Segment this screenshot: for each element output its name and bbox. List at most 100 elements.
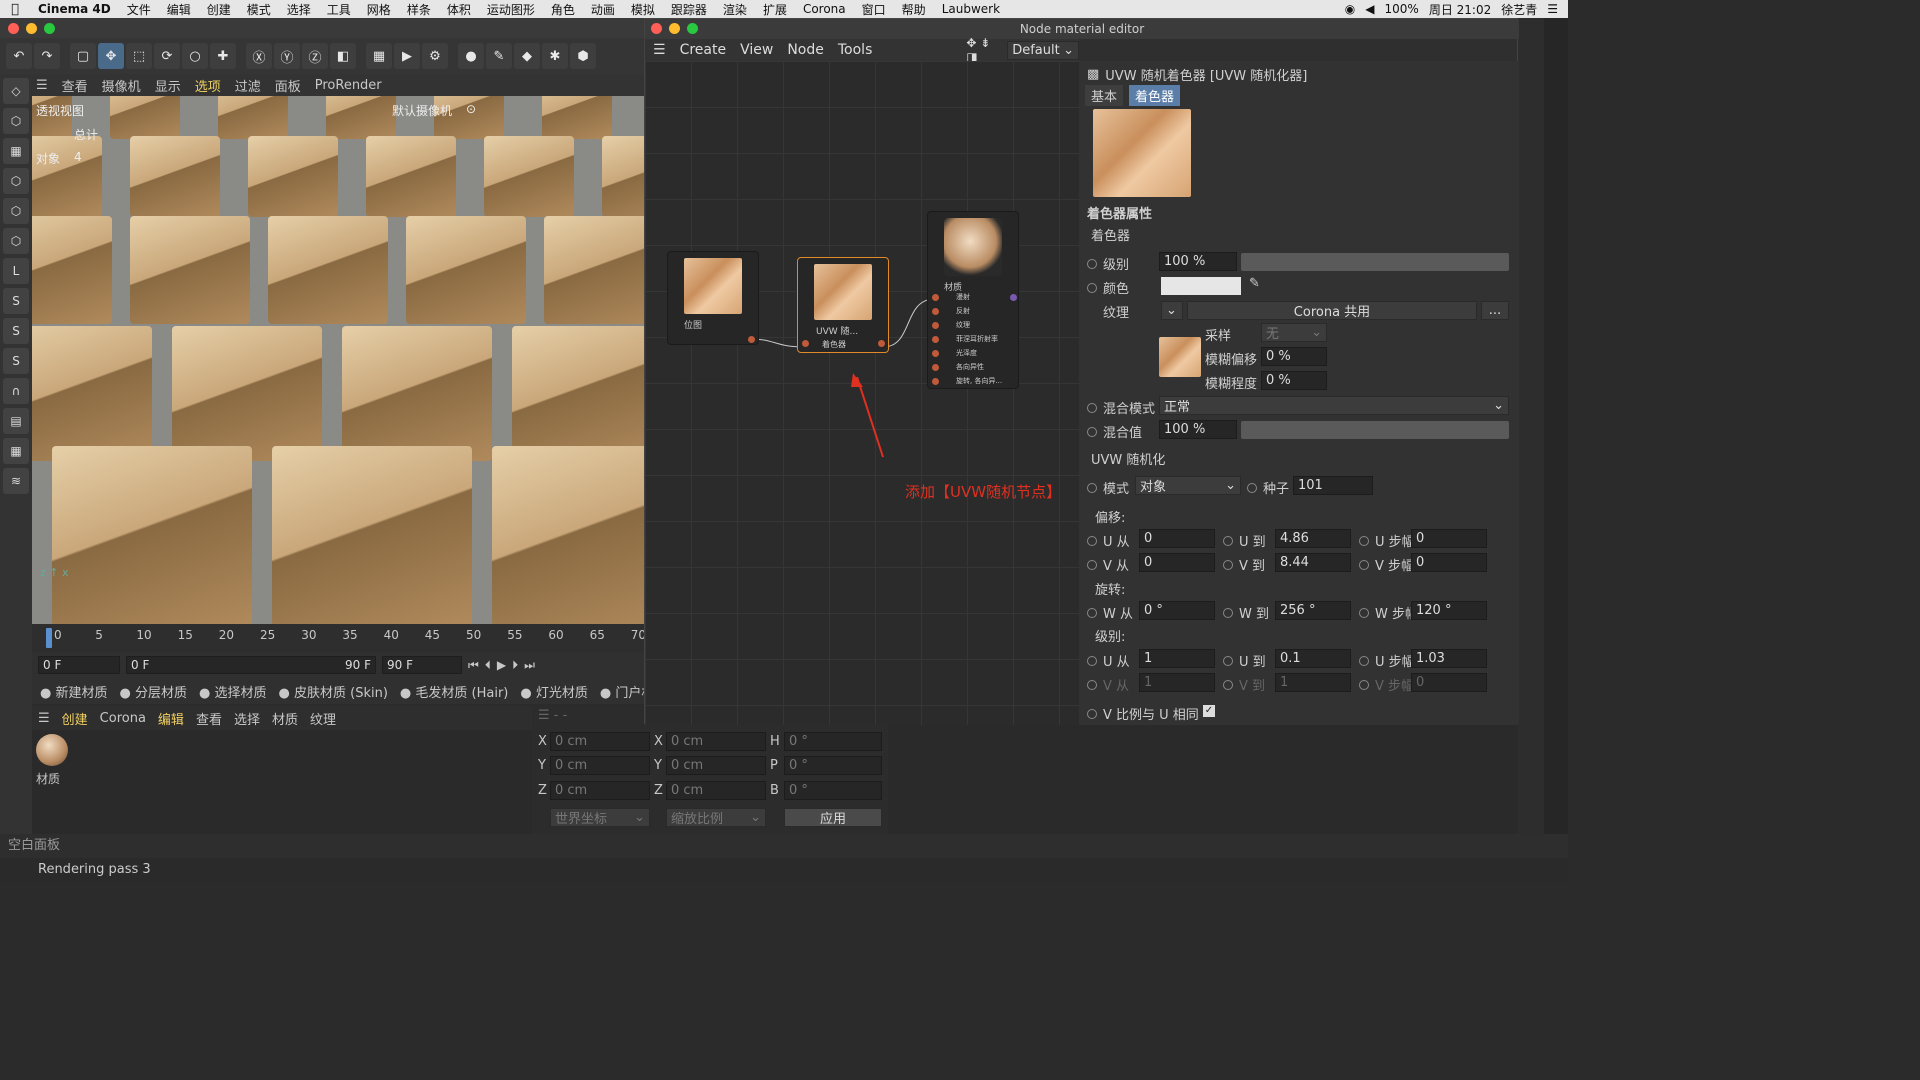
- move-tool-icon[interactable]: ✥: [98, 43, 124, 69]
- render-region-icon[interactable]: ▦: [366, 43, 392, 69]
- pos-x-field[interactable]: 0 cm: [550, 732, 650, 751]
- undo-icon[interactable]: ↶: [6, 43, 32, 69]
- select-tool-icon[interactable]: ▢: [70, 43, 96, 69]
- material-input-port[interactable]: [932, 294, 939, 301]
- sampling-dropdown[interactable]: 无 ⌄: [1261, 323, 1327, 342]
- vp-menu-filter[interactable]: 过滤: [235, 76, 261, 95]
- offset-v-field[interactable]: 8.44: [1275, 553, 1351, 572]
- bitmap-node[interactable]: 位图: [667, 251, 759, 345]
- vp-menu-prorender[interactable]: ProRender: [315, 78, 382, 93]
- scale-dropdown[interactable]: 缩放比例 ⌄: [666, 808, 766, 827]
- menu-select[interactable]: 选择: [279, 1, 319, 18]
- magnet-icon[interactable]: ∩: [3, 378, 29, 404]
- go-start-icon[interactable]: ⏮: [468, 658, 479, 673]
- size-x-field[interactable]: 0 cm: [666, 732, 766, 751]
- node-menu-create[interactable]: Create: [680, 42, 727, 58]
- camera-icon[interactable]: ⊙: [466, 102, 476, 116]
- layer-material-item[interactable]: ● 分层材质: [120, 682, 188, 701]
- offset-u-field[interactable]: 0: [1139, 529, 1215, 548]
- space-dropdown[interactable]: 世界坐标 ⌄: [550, 808, 650, 827]
- start-frame-field[interactable]: 0 F: [38, 656, 120, 674]
- menu-extensions[interactable]: 扩展: [755, 1, 795, 18]
- level-field[interactable]: 100 %: [1159, 252, 1237, 271]
- y-axis-icon[interactable]: Ⓨ: [274, 43, 300, 69]
- apple-icon[interactable]: : [0, 2, 30, 17]
- uvw-randomizer-node[interactable]: UVW 随... 着色器: [797, 257, 889, 353]
- viewport-menu-icon[interactable]: ☰: [36, 78, 48, 93]
- tab-basic[interactable]: 基本: [1085, 85, 1124, 106]
- close-node-editor-icon[interactable]: [651, 23, 662, 34]
- rotation-w-field[interactable]: 0 °: [1139, 601, 1215, 620]
- subdivision-icon[interactable]: ◆: [514, 43, 540, 69]
- menu-mesh[interactable]: 网格: [359, 1, 399, 18]
- redo-icon[interactable]: ↷: [34, 43, 60, 69]
- coordinate-icon[interactable]: ✚: [210, 43, 236, 69]
- edges-mode-icon[interactable]: ⬡: [3, 198, 29, 224]
- scale-tool-icon[interactable]: ⬚: [126, 43, 152, 69]
- offset-v-field[interactable]: 0: [1139, 553, 1215, 572]
- seed-field[interactable]: 101: [1293, 476, 1373, 495]
- scale-v-field[interactable]: 0: [1411, 673, 1487, 692]
- texture-mode-icon[interactable]: ▦: [3, 138, 29, 164]
- material-node[interactable]: 材质 漫射 反射 纹理 菲涅耳折射率 光泽度 各向异性 旋转, 各向异...: [927, 211, 1019, 389]
- texture-button[interactable]: Corona 共用: [1187, 301, 1477, 320]
- menu-simulate[interactable]: 模拟: [623, 1, 663, 18]
- rot-b-field[interactable]: 0 °: [784, 781, 882, 800]
- vp-menu-panel[interactable]: 面板: [275, 76, 301, 95]
- points-mode-icon[interactable]: ⬡: [3, 168, 29, 194]
- node-menu-tools[interactable]: Tools: [838, 42, 873, 58]
- close-window-icon[interactable]: [8, 23, 19, 34]
- menu-mograph[interactable]: 运动图形: [479, 1, 543, 18]
- menu-tracker[interactable]: 跟踪器: [663, 1, 715, 18]
- grid-icon[interactable]: ▤: [3, 408, 29, 434]
- menu-animate[interactable]: 动画: [583, 1, 623, 18]
- texture-dropdown[interactable]: ⌄: [1161, 301, 1183, 320]
- prev-key-icon[interactable]: ⏴: [485, 658, 491, 673]
- sphere-icon[interactable]: ●: [458, 43, 484, 69]
- snap-enable-icon[interactable]: S: [3, 348, 29, 374]
- rotation-w-field[interactable]: 256 °: [1275, 601, 1351, 620]
- next-key-icon[interactable]: ⏵: [512, 658, 518, 673]
- minimize-window-icon[interactable]: [26, 23, 37, 34]
- pos-y-field[interactable]: 0 cm: [550, 756, 650, 775]
- tab-shader[interactable]: 着色器: [1129, 85, 1181, 106]
- apply-button[interactable]: 应用: [784, 808, 882, 827]
- mat-menu-corona[interactable]: Corona: [100, 711, 146, 726]
- deformer-icon[interactable]: ⬢: [570, 43, 596, 69]
- mat-menu-edit[interactable]: 编辑: [158, 709, 184, 728]
- menu-corona[interactable]: Corona: [795, 2, 854, 16]
- rot-h-field[interactable]: 0 °: [784, 732, 882, 751]
- size-z-field[interactable]: 0 cm: [666, 781, 766, 800]
- vp-menu-options[interactable]: 选项: [195, 76, 221, 95]
- blur-offset-field[interactable]: 0 %: [1261, 347, 1327, 366]
- rotation-w-field[interactable]: 120 °: [1411, 601, 1487, 620]
- skin-material-item[interactable]: ● 皮肤材质 (Skin): [279, 682, 388, 701]
- volume-icon[interactable]: ◀: [1365, 2, 1374, 16]
- user-name[interactable]: 徐艺青: [1501, 1, 1537, 18]
- node-menu-icon[interactable]: ☰: [653, 42, 666, 58]
- rotate-tool-icon[interactable]: ⟳: [154, 43, 180, 69]
- minimize-node-editor-icon[interactable]: [669, 23, 680, 34]
- snap-icon[interactable]: S: [3, 288, 29, 314]
- menu-create[interactable]: 创建: [199, 1, 239, 18]
- recent-tool-icon[interactable]: ○: [182, 43, 208, 69]
- menu-character[interactable]: 角色: [543, 1, 583, 18]
- portal-material-item[interactable]: ● 门户材: [600, 682, 644, 701]
- vp-menu-display[interactable]: 显示: [155, 76, 181, 95]
- select-material-item[interactable]: ● 选择材质: [199, 682, 267, 701]
- pen-icon[interactable]: ✎: [486, 43, 512, 69]
- material-input-port[interactable]: [932, 364, 939, 371]
- material-input-port[interactable]: [932, 308, 939, 315]
- vp-menu-camera[interactable]: 摄像机: [102, 76, 141, 95]
- uvw-output-port[interactable]: [878, 340, 885, 347]
- menu-window[interactable]: 窗口: [854, 1, 894, 18]
- menu-volume[interactable]: 体积: [439, 1, 479, 18]
- size-y-field[interactable]: 0 cm: [666, 756, 766, 775]
- snap-settings-icon[interactable]: S: [3, 318, 29, 344]
- vp-menu-view[interactable]: 查看: [62, 76, 88, 95]
- workplane-icon[interactable]: ▦: [3, 438, 29, 464]
- menu-laubwerk[interactable]: Laubwerk: [934, 2, 1008, 16]
- z-axis-icon[interactable]: Ⓩ: [302, 43, 328, 69]
- bitmap-output-port[interactable]: [748, 336, 755, 343]
- scale-u-field[interactable]: 1: [1139, 649, 1215, 668]
